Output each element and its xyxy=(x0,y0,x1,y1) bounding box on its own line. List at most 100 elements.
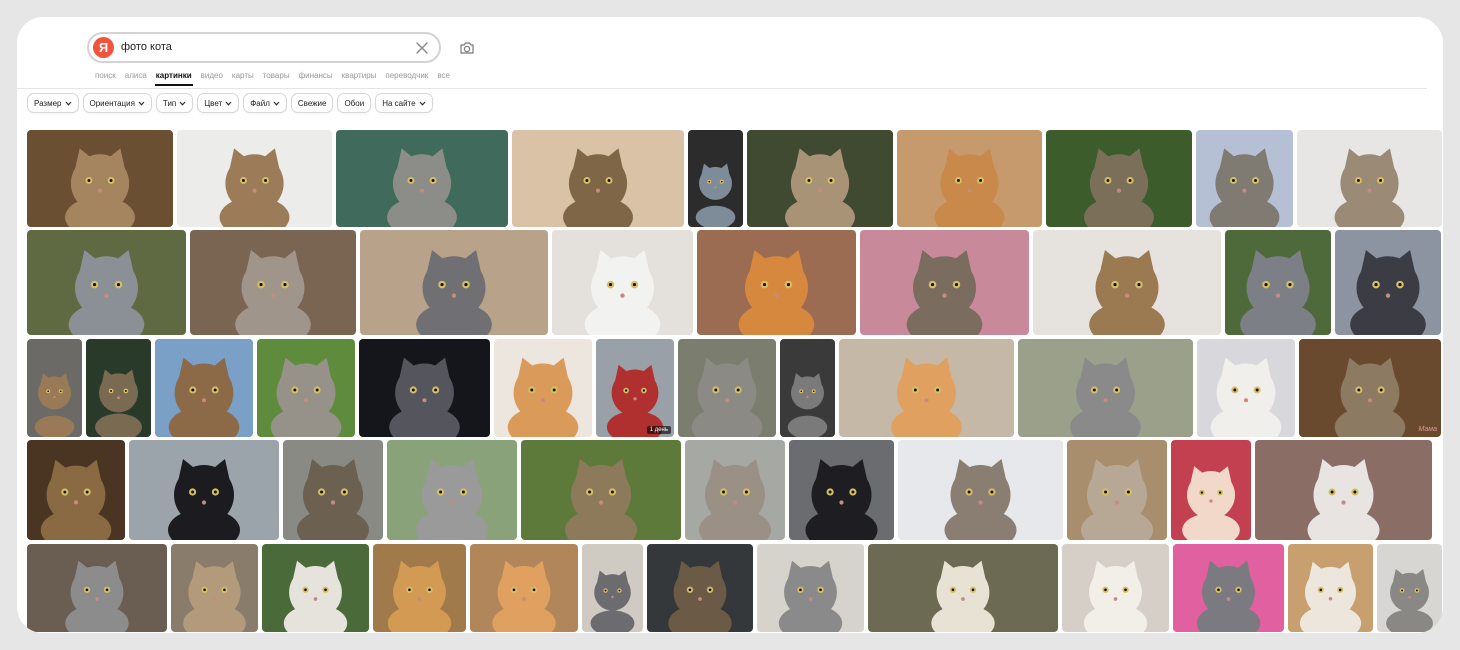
image-result[interactable] xyxy=(1225,230,1331,335)
filter-chip[interactable]: Тип xyxy=(155,93,194,113)
image-result[interactable] xyxy=(494,339,592,437)
image-result[interactable] xyxy=(360,230,548,335)
image-result[interactable] xyxy=(868,544,1058,632)
image-result[interactable] xyxy=(86,339,151,437)
image-result[interactable]: Мама xyxy=(1299,339,1441,437)
image-result[interactable] xyxy=(387,440,517,540)
tab-2[interactable]: картинки xyxy=(154,71,193,86)
image-result[interactable] xyxy=(1067,440,1167,540)
image-result[interactable] xyxy=(1297,130,1442,227)
filter-chip[interactable]: Ориентация xyxy=(82,93,152,113)
cat-photo xyxy=(470,544,578,632)
image-result[interactable] xyxy=(678,339,776,437)
search-input[interactable]: фото кота xyxy=(121,41,172,53)
image-result[interactable] xyxy=(257,339,355,437)
image-result[interactable] xyxy=(757,544,864,632)
tab-9[interactable]: все xyxy=(437,71,450,80)
image-result[interactable] xyxy=(27,440,125,540)
cat-photo xyxy=(262,544,369,632)
cat-photo xyxy=(283,440,383,540)
image-result[interactable] xyxy=(1046,130,1192,227)
cat-photo xyxy=(789,440,894,540)
image-result[interactable] xyxy=(1196,130,1293,227)
image-result[interactable] xyxy=(336,130,508,227)
image-result[interactable] xyxy=(780,339,835,437)
image-result[interactable] xyxy=(359,339,490,437)
cat-photo xyxy=(1173,544,1284,632)
tab-3[interactable]: видео xyxy=(201,71,223,80)
filter-chip[interactable]: Файл xyxy=(243,93,287,113)
tab-6[interactable]: финансы xyxy=(299,71,333,80)
cat-photo xyxy=(582,544,643,632)
image-result[interactable] xyxy=(1197,339,1295,437)
cat-photo xyxy=(27,440,125,540)
tab-5[interactable]: товары xyxy=(263,71,290,80)
filter-chip[interactable]: На сайте xyxy=(375,93,433,113)
image-result[interactable] xyxy=(1171,440,1251,540)
image-result[interactable]: 1 день xyxy=(596,339,674,437)
tab-8[interactable]: переводчик xyxy=(385,71,428,80)
image-result[interactable] xyxy=(177,130,332,227)
tab-1[interactable]: алиса xyxy=(125,71,147,80)
cat-photo xyxy=(1377,544,1442,632)
image-result[interactable] xyxy=(1335,230,1441,335)
cat-photo xyxy=(897,130,1042,227)
image-result[interactable] xyxy=(155,339,253,437)
image-result[interactable] xyxy=(697,230,856,335)
image-result[interactable] xyxy=(373,544,466,632)
image-result[interactable] xyxy=(262,544,369,632)
cat-photo xyxy=(27,130,173,227)
image-result[interactable] xyxy=(839,339,1014,437)
cat-photo xyxy=(1335,230,1441,335)
clear-icon[interactable] xyxy=(413,39,431,57)
image-result[interactable] xyxy=(27,230,186,335)
image-result[interactable] xyxy=(1062,544,1169,632)
filter-label: На сайте xyxy=(382,98,416,108)
tab-7[interactable]: квартиры xyxy=(342,71,377,80)
image-result[interactable] xyxy=(898,440,1063,540)
image-result[interactable] xyxy=(521,440,681,540)
image-result[interactable] xyxy=(1018,339,1193,437)
image-result[interactable] xyxy=(1377,544,1442,632)
image-result[interactable] xyxy=(1173,544,1284,632)
filter-chip[interactable]: Размер xyxy=(27,93,79,113)
image-result[interactable] xyxy=(747,130,893,227)
image-result[interactable] xyxy=(27,130,173,227)
image-result[interactable] xyxy=(27,339,82,437)
camera-search-icon[interactable] xyxy=(458,39,476,57)
filter-chip[interactable]: Свежие xyxy=(290,93,334,113)
filter-chip[interactable]: Обои xyxy=(337,93,372,113)
image-result[interactable] xyxy=(27,544,167,632)
cat-photo xyxy=(596,339,674,437)
image-result[interactable] xyxy=(897,130,1042,227)
image-result[interactable] xyxy=(1288,544,1373,632)
image-result[interactable] xyxy=(512,130,684,227)
filter-chip[interactable]: Цвет xyxy=(197,93,240,113)
image-result[interactable] xyxy=(283,440,383,540)
image-result[interactable] xyxy=(789,440,894,540)
cat-photo xyxy=(678,339,776,437)
image-result[interactable] xyxy=(688,130,743,227)
yandex-logo[interactable]: Я xyxy=(93,37,114,58)
filter-label: Свежие xyxy=(297,98,327,108)
cat-photo xyxy=(171,544,258,632)
image-result[interactable] xyxy=(1033,230,1221,335)
image-result[interactable] xyxy=(129,440,279,540)
cat-photo xyxy=(1033,230,1221,335)
image-result[interactable] xyxy=(552,230,693,335)
image-result[interactable] xyxy=(171,544,258,632)
filter-label: Размер xyxy=(34,98,62,108)
image-result[interactable] xyxy=(647,544,753,632)
image-result[interactable] xyxy=(860,230,1029,335)
cat-photo xyxy=(373,544,466,632)
image-result[interactable] xyxy=(685,440,785,540)
tab-4[interactable]: карты xyxy=(232,71,254,80)
search-box[interactable]: Я фото кота xyxy=(87,32,441,63)
cat-photo xyxy=(1062,544,1169,632)
tab-0[interactable]: поиск xyxy=(95,71,116,80)
image-result[interactable] xyxy=(190,230,356,335)
image-result[interactable] xyxy=(1255,440,1432,540)
cat-photo xyxy=(1288,544,1373,632)
image-result[interactable] xyxy=(470,544,578,632)
image-result[interactable] xyxy=(582,544,643,632)
